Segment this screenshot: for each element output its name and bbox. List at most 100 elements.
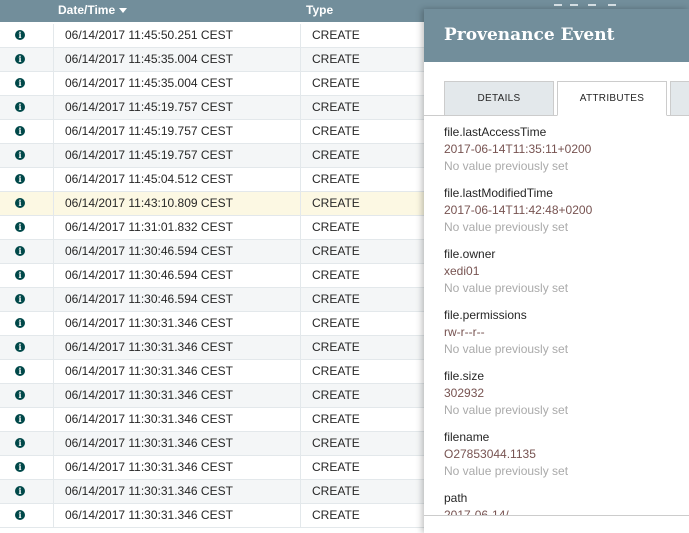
table-row[interactable]: i 06/14/2017 11:30:31.346 CEST CREATE [0, 384, 460, 408]
table-row[interactable]: i 06/14/2017 11:45:19.757 CEST CREATE [0, 144, 460, 168]
table-row[interactable]: i 06/14/2017 11:30:46.594 CEST CREATE [0, 288, 460, 312]
row-datetime: 06/14/2017 11:30:31.346 CEST [54, 504, 301, 527]
row-icon-cell: i [4, 408, 54, 431]
row-datetime: 06/14/2017 11:30:31.346 CEST [54, 408, 301, 431]
attribute-value: rw-r--r-- [444, 325, 485, 339]
row-datetime: 06/14/2017 11:30:46.594 CEST [54, 240, 301, 263]
dialog-footer [424, 515, 689, 533]
info-icon[interactable]: i [15, 486, 25, 496]
row-datetime: 06/14/2017 11:45:19.757 CEST [54, 144, 301, 167]
column-header-datetime[interactable]: Date/Time [58, 3, 128, 17]
table-row[interactable]: i 06/14/2017 11:43:10.809 CEST CREATE [0, 192, 460, 216]
info-icon[interactable]: i [15, 510, 25, 520]
info-icon[interactable]: i [15, 462, 25, 472]
table-row[interactable]: i 06/14/2017 11:30:31.346 CEST CREATE [0, 336, 460, 360]
row-datetime: 06/14/2017 11:31:01.832 CEST [54, 216, 301, 239]
table-row[interactable]: i 06/14/2017 11:45:35.004 CEST CREATE [0, 72, 460, 96]
column-header-datetime-label: Date/Time [58, 3, 116, 17]
table-row[interactable]: i 06/14/2017 11:45:19.757 CEST CREATE [0, 96, 460, 120]
table-row[interactable]: i 06/14/2017 11:30:31.346 CEST CREATE [0, 480, 460, 504]
provenance-event-dialog: Provenance Event DETAILS ATTRIBUTES file… [424, 9, 689, 533]
attribute-value: 2017-06-14T11:42:48+0200 [444, 203, 593, 217]
row-datetime: 06/14/2017 11:45:35.004 CEST [54, 72, 301, 95]
info-icon[interactable]: i [15, 174, 25, 184]
row-datetime: 06/14/2017 11:43:10.809 CEST [54, 192, 301, 215]
table-row[interactable]: i 06/14/2017 11:30:31.346 CEST CREATE [0, 360, 460, 384]
info-icon[interactable]: i [15, 126, 25, 136]
info-icon[interactable]: i [15, 198, 25, 208]
info-icon[interactable]: i [15, 246, 25, 256]
row-datetime: 06/14/2017 11:45:04.512 CEST [54, 168, 301, 191]
toolbar-icon[interactable] [588, 2, 596, 6]
info-icon[interactable]: i [15, 414, 25, 424]
table-row[interactable]: i 06/14/2017 11:30:31.346 CEST CREATE [0, 456, 460, 480]
table-row[interactable]: i 06/14/2017 11:45:50.251 CEST CREATE [0, 24, 460, 48]
row-datetime: 06/14/2017 11:30:31.346 CEST [54, 360, 301, 383]
info-icon[interactable]: i [15, 294, 25, 304]
row-icon-cell: i [4, 72, 54, 95]
info-icon[interactable]: i [15, 390, 25, 400]
dialog-title: Provenance Event [424, 9, 689, 62]
info-icon[interactable]: i [15, 30, 25, 40]
attribute-value: xedi01 [444, 264, 480, 278]
attributes-list: file.lastAccessTime 2017-06-14T11:35:11+0… [444, 123, 684, 533]
attribute-name: file.size [444, 369, 485, 383]
info-icon[interactable]: i [15, 318, 25, 328]
attribute-value: O27853044.1135 [444, 447, 536, 461]
info-icon[interactable]: i [15, 366, 25, 376]
info-icon[interactable]: i [15, 102, 25, 112]
row-datetime: 06/14/2017 11:30:46.594 CEST [54, 264, 301, 287]
table-row[interactable]: i 06/14/2017 11:45:35.004 CEST CREATE [0, 48, 460, 72]
info-icon[interactable]: i [15, 438, 25, 448]
attribute-previous-value: No value previously set [444, 220, 569, 234]
row-icon-cell: i [4, 504, 54, 527]
toolbar-icon[interactable] [608, 2, 616, 6]
row-datetime: 06/14/2017 11:30:46.594 CEST [54, 288, 301, 311]
toolbar-icon[interactable] [570, 2, 578, 6]
table-row[interactable]: i 06/14/2017 11:30:31.346 CEST CREATE [0, 312, 460, 336]
info-icon[interactable]: i [15, 342, 25, 352]
table-row[interactable]: i 06/14/2017 11:45:19.757 CEST CREATE [0, 120, 460, 144]
tab-details[interactable]: DETAILS [444, 81, 554, 116]
attribute-name: file.permissions [444, 308, 527, 322]
table-row[interactable]: i 06/14/2017 11:30:46.594 CEST CREATE [0, 240, 460, 264]
row-datetime: 06/14/2017 11:30:31.346 CEST [54, 312, 301, 335]
info-icon[interactable]: i [15, 270, 25, 280]
toolbar-icon[interactable] [554, 2, 562, 6]
attribute-previous-value: No value previously set [444, 464, 569, 478]
row-icon-cell: i [4, 144, 54, 167]
row-icon-cell: i [4, 48, 54, 71]
table-row[interactable]: i 06/14/2017 11:45:04.512 CEST CREATE [0, 168, 460, 192]
table-row[interactable]: i 06/14/2017 11:30:31.346 CEST CREATE [0, 504, 460, 528]
row-datetime: 06/14/2017 11:45:50.251 CEST [54, 24, 301, 47]
row-icon-cell: i [4, 120, 54, 143]
tab-attributes[interactable]: ATTRIBUTES [557, 81, 667, 116]
row-icon-cell: i [4, 288, 54, 311]
info-icon[interactable]: i [15, 222, 25, 232]
row-icon-cell: i [4, 192, 54, 215]
row-icon-cell: i [4, 24, 54, 47]
attribute-item: file.lastAccessTime 2017-06-14T11:35:11+0… [444, 123, 684, 184]
table-row[interactable]: i 06/14/2017 11:30:31.346 CEST CREATE [0, 408, 460, 432]
attribute-item: file.owner xedi01 No value previously set [444, 245, 684, 306]
attribute-previous-value: No value previously set [444, 159, 569, 173]
info-icon[interactable]: i [15, 54, 25, 64]
caret-down-icon [119, 8, 128, 14]
row-datetime: 06/14/2017 11:45:19.757 CEST [54, 96, 301, 119]
table-row[interactable]: i 06/14/2017 11:30:46.594 CEST CREATE [0, 264, 460, 288]
attribute-name: file.owner [444, 247, 496, 261]
row-datetime: 06/14/2017 11:30:31.346 CEST [54, 432, 301, 455]
tab-more[interactable] [670, 81, 689, 116]
column-header-type[interactable]: Type [306, 3, 333, 17]
row-icon-cell: i [4, 480, 54, 503]
table-row[interactable]: i 06/14/2017 11:30:31.346 CEST CREATE [0, 432, 460, 456]
attribute-name: path [444, 491, 468, 505]
row-datetime: 06/14/2017 11:45:35.004 CEST [54, 48, 301, 71]
info-icon[interactable]: i [15, 150, 25, 160]
attribute-name: filename [444, 430, 490, 444]
table-row[interactable]: i 06/14/2017 11:31:01.832 CEST CREATE [0, 216, 460, 240]
info-icon[interactable]: i [15, 78, 25, 88]
attribute-value: 302932 [444, 386, 485, 400]
row-datetime: 06/14/2017 11:30:31.346 CEST [54, 384, 301, 407]
row-icon-cell: i [4, 456, 54, 479]
